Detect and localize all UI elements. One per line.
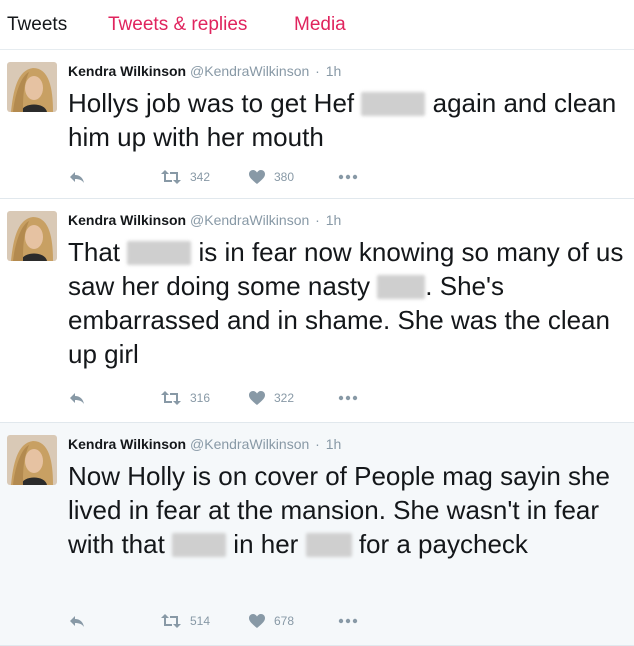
tweet-header: Kendra Wilkinson @KendraWilkinson · 1h xyxy=(68,436,341,452)
retweet-icon xyxy=(161,170,181,184)
author-name[interactable]: Kendra Wilkinson xyxy=(68,212,186,228)
censor-blur xyxy=(377,275,426,299)
tweet-header: Kendra Wilkinson @KendraWilkinson · 1h xyxy=(68,212,341,228)
heart-icon xyxy=(249,170,265,184)
more-button[interactable] xyxy=(338,167,358,187)
author-name[interactable]: Kendra Wilkinson xyxy=(68,63,186,79)
heart-icon xyxy=(249,391,265,405)
reply-button[interactable] xyxy=(68,388,86,408)
more-dots-icon xyxy=(338,395,358,401)
censor-blur xyxy=(361,92,426,116)
more-dots-icon xyxy=(338,174,358,180)
tab-media[interactable]: Media xyxy=(294,14,346,36)
tweet-item[interactable]: Kendra Wilkinson @KendraWilkinson · 1h H… xyxy=(0,50,634,199)
tweet-text: That is in fear now knowing so many of u… xyxy=(68,237,624,369)
retweet-count: 514 xyxy=(190,614,211,628)
like-button[interactable]: 380 xyxy=(248,167,294,187)
avatar[interactable] xyxy=(7,435,57,485)
tweet-timestamp[interactable]: 1h xyxy=(326,436,342,452)
retweet-count: 316 xyxy=(190,391,211,405)
tweet-header: Kendra Wilkinson @KendraWilkinson · 1h xyxy=(68,63,341,79)
tweet-item[interactable]: Kendra Wilkinson @KendraWilkinson · 1h T… xyxy=(0,199,634,423)
author-handle[interactable]: @KendraWilkinson xyxy=(190,212,309,228)
retweet-icon xyxy=(161,614,181,628)
tweet-text: Hollys job was to get Hef again and clea… xyxy=(68,88,617,152)
author-name[interactable]: Kendra Wilkinson xyxy=(68,436,186,452)
separator-dot: · xyxy=(315,212,320,228)
tweet-item[interactable]: Kendra Wilkinson @KendraWilkinson · 1h N… xyxy=(0,423,634,646)
retweet-button[interactable]: 342 xyxy=(160,167,210,187)
reply-button[interactable] xyxy=(68,167,86,187)
like-button[interactable]: 322 xyxy=(248,388,294,408)
censor-blur xyxy=(172,533,227,557)
avatar[interactable] xyxy=(7,211,57,261)
avatar[interactable] xyxy=(7,62,57,112)
retweet-button[interactable]: 316 xyxy=(160,388,210,408)
profile-tabs: Tweets Tweets & replies Media xyxy=(0,0,634,50)
heart-icon xyxy=(249,614,265,628)
author-handle[interactable]: @KendraWilkinson xyxy=(190,436,309,452)
reply-icon xyxy=(70,172,84,183)
like-count: 322 xyxy=(274,391,295,405)
censor-blur xyxy=(305,533,352,557)
more-dots-icon xyxy=(338,618,358,624)
separator-dot: · xyxy=(315,63,320,79)
retweet-button[interactable]: 514 xyxy=(160,611,210,631)
retweet-count: 342 xyxy=(190,170,211,184)
separator-dot: · xyxy=(315,436,320,452)
reply-button[interactable] xyxy=(68,611,86,631)
tweet-timestamp[interactable]: 1h xyxy=(326,212,342,228)
author-handle[interactable]: @KendraWilkinson xyxy=(190,63,309,79)
more-button[interactable] xyxy=(338,611,358,631)
like-count: 678 xyxy=(274,614,295,628)
more-button[interactable] xyxy=(338,388,358,408)
reply-icon xyxy=(70,616,84,627)
tab-tweets-and-replies[interactable]: Tweets & replies xyxy=(108,14,247,36)
censor-blur xyxy=(127,241,192,265)
like-count: 380 xyxy=(274,170,295,184)
reply-icon xyxy=(70,393,84,404)
retweet-icon xyxy=(161,391,181,405)
tweet-timestamp[interactable]: 1h xyxy=(326,63,342,79)
tab-tweets[interactable]: Tweets xyxy=(7,14,67,36)
tweet-text: Now Holly is on cover of People mag sayi… xyxy=(68,461,610,559)
like-button[interactable]: 678 xyxy=(248,611,294,631)
